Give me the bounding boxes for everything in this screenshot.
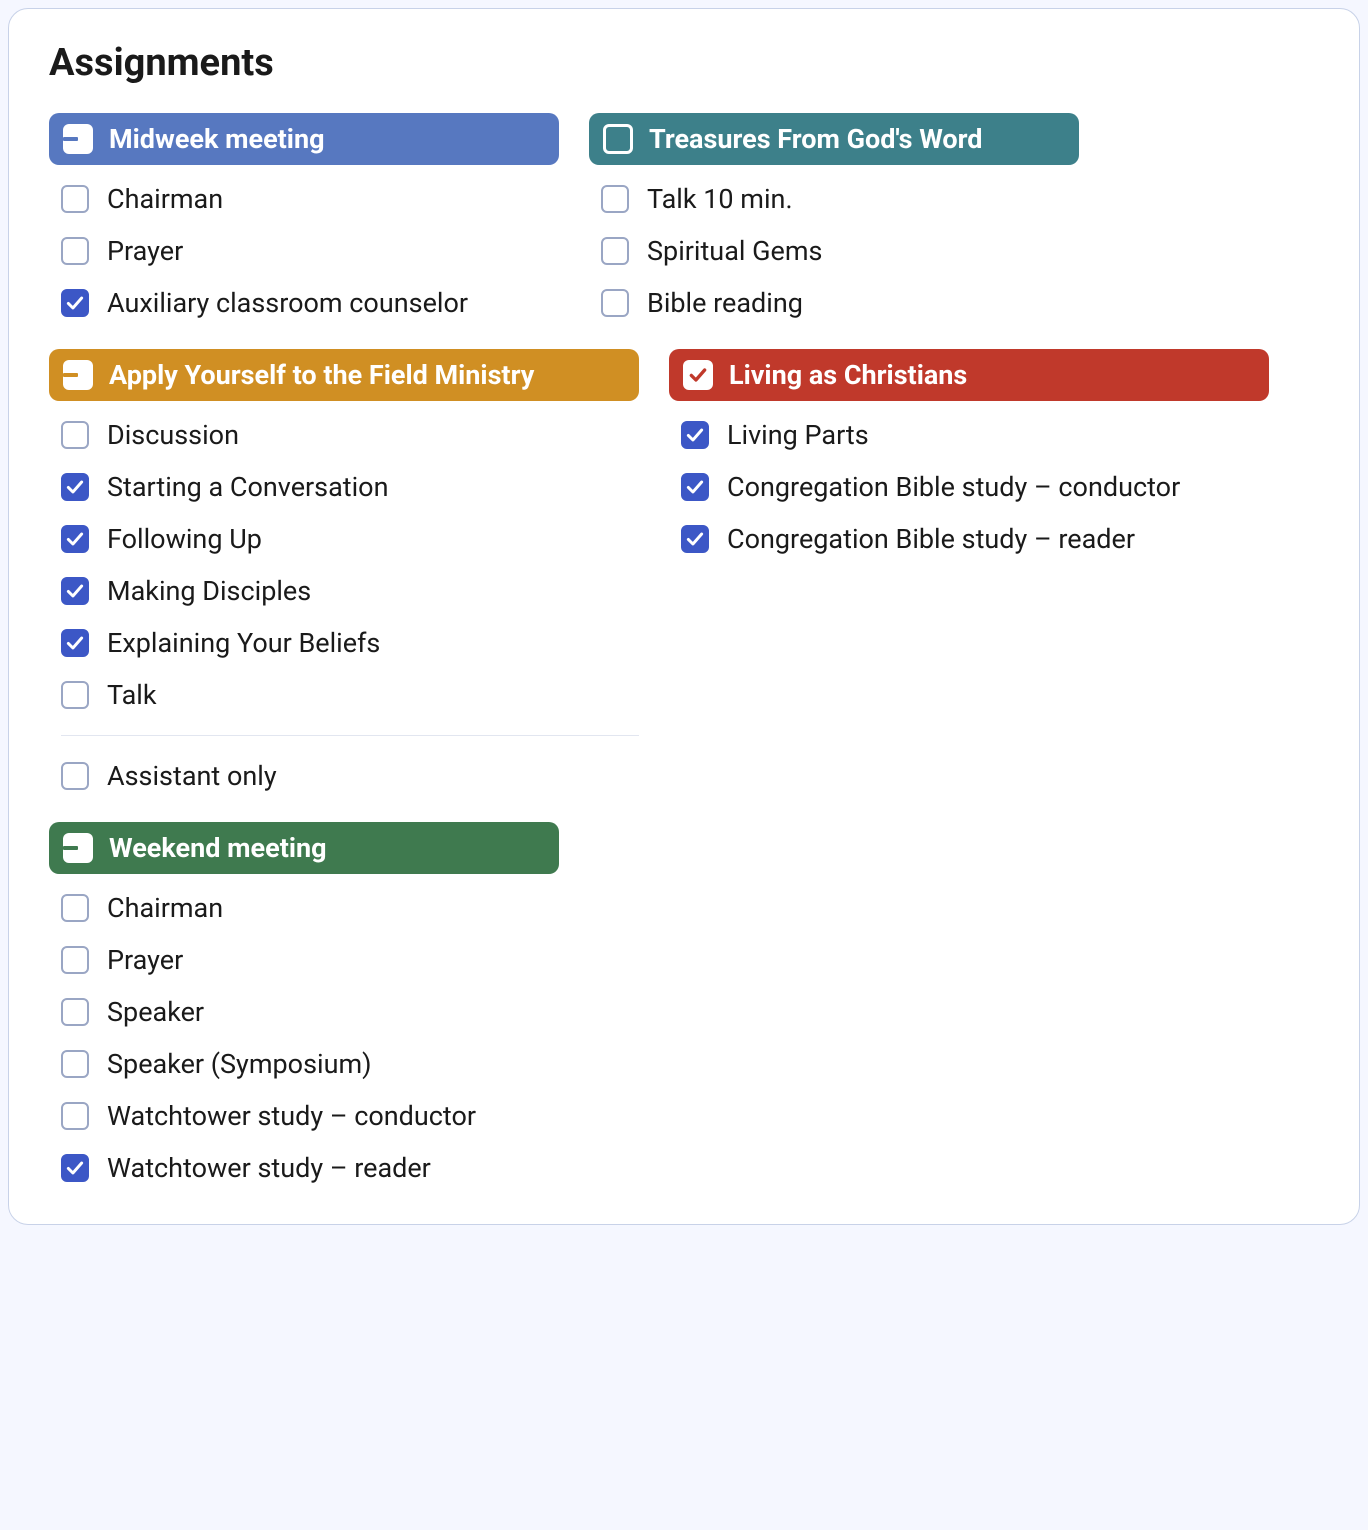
section-weekend: Weekend meeting Chairman Prayer Speaker Spea… <box>49 822 559 1184</box>
checkbox-unchecked-icon[interactable] <box>61 762 89 790</box>
indeterminate-icon[interactable] <box>63 124 93 154</box>
checkbox-checked-icon[interactable] <box>681 421 709 449</box>
checkbox-unchecked-icon[interactable] <box>61 1050 89 1078</box>
list-item[interactable]: Watchtower study – conductor <box>61 1100 559 1132</box>
list-item[interactable]: Living Parts <box>681 419 1269 451</box>
section-living: Living as Christians Living Parts Congrega… <box>669 349 1269 555</box>
list-item[interactable]: Speaker (Symposium) <box>61 1048 559 1080</box>
checkbox-unchecked-icon[interactable] <box>601 185 629 213</box>
checkbox-empty-icon[interactable] <box>603 124 633 154</box>
item-label: Congregation Bible study – reader <box>727 523 1135 555</box>
item-label: Spiritual Gems <box>647 235 822 267</box>
list-item[interactable]: Congregation Bible study – reader <box>681 523 1269 555</box>
item-label: Assistant only <box>107 760 277 792</box>
list-item[interactable]: Congregation Bible study – conductor <box>681 471 1269 503</box>
section-header-midweek[interactable]: Midweek meeting <box>49 113 559 165</box>
list-item[interactable]: Chairman <box>61 892 559 924</box>
item-label: Talk <box>107 679 157 711</box>
item-label: Bible reading <box>647 287 803 319</box>
item-label: Starting a Conversation <box>107 471 389 503</box>
item-label: Speaker <box>107 996 204 1028</box>
list-item[interactable]: Chairman <box>61 183 559 215</box>
checkbox-unchecked-icon[interactable] <box>601 237 629 265</box>
item-label: Making Disciples <box>107 575 311 607</box>
checkbox-checked-icon[interactable] <box>61 577 89 605</box>
sections-grid: Midweek meeting Chairman Prayer Auxiliary c… <box>49 113 1319 1184</box>
section-title: Living as Christians <box>729 359 967 391</box>
list-item[interactable]: Spiritual Gems <box>601 235 1079 267</box>
item-label: Following Up <box>107 523 262 555</box>
section-header-living[interactable]: Living as Christians <box>669 349 1269 401</box>
item-label: Chairman <box>107 892 223 924</box>
item-label: Prayer <box>107 944 183 976</box>
item-label: Prayer <box>107 235 183 267</box>
list-item[interactable]: Prayer <box>61 235 559 267</box>
section-treasures: Treasures From God's Word Talk 10 min. Spi… <box>589 113 1079 319</box>
checkbox-checked-icon[interactable] <box>61 473 89 501</box>
item-label: Auxiliary classroom counselor <box>107 287 468 319</box>
item-label: Discussion <box>107 419 239 451</box>
section-title: Midweek meeting <box>109 123 325 155</box>
list-item[interactable]: Talk <box>61 679 639 711</box>
checkbox-checked-icon[interactable] <box>681 525 709 553</box>
list-item[interactable]: Starting a Conversation <box>61 471 639 503</box>
section-apply: Apply Yourself to the Field Ministry Disc… <box>49 349 639 792</box>
list-item[interactable]: Discussion <box>61 419 639 451</box>
divider <box>61 735 639 736</box>
checkbox-checked-icon[interactable] <box>61 289 89 317</box>
section-items: Discussion Starting a Conversation Followi… <box>49 419 639 792</box>
item-label: Watchtower study – conductor <box>107 1100 476 1132</box>
section-header-treasures[interactable]: Treasures From God's Word <box>589 113 1079 165</box>
list-item[interactable]: Making Disciples <box>61 575 639 607</box>
check-icon[interactable] <box>683 360 713 390</box>
list-item[interactable]: Explaining Your Beliefs <box>61 627 639 659</box>
section-header-apply[interactable]: Apply Yourself to the Field Ministry <box>49 349 639 401</box>
list-item[interactable]: Following Up <box>61 523 639 555</box>
section-title: Weekend meeting <box>109 832 327 864</box>
list-item[interactable]: Auxiliary classroom counselor <box>61 287 559 319</box>
list-item[interactable]: Talk 10 min. <box>601 183 1079 215</box>
checkbox-unchecked-icon[interactable] <box>61 681 89 709</box>
checkbox-unchecked-icon[interactable] <box>601 289 629 317</box>
checkbox-checked-icon[interactable] <box>681 473 709 501</box>
item-label: Speaker (Symposium) <box>107 1048 372 1080</box>
checkbox-unchecked-icon[interactable] <box>61 421 89 449</box>
section-items: Living Parts Congregation Bible study – c… <box>669 419 1269 555</box>
item-label: Watchtower study – reader <box>107 1152 431 1184</box>
checkbox-unchecked-icon[interactable] <box>61 946 89 974</box>
section-midweek: Midweek meeting Chairman Prayer Auxiliary c… <box>49 113 559 319</box>
checkbox-unchecked-icon[interactable] <box>61 998 89 1026</box>
list-item[interactable]: Assistant only <box>61 760 639 792</box>
checkbox-unchecked-icon[interactable] <box>61 185 89 213</box>
list-item[interactable]: Speaker <box>61 996 559 1028</box>
section-header-weekend[interactable]: Weekend meeting <box>49 822 559 874</box>
section-title: Apply Yourself to the Field Ministry <box>109 359 534 391</box>
item-label: Talk 10 min. <box>647 183 793 215</box>
section-title: Treasures From God's Word <box>649 123 983 155</box>
checkbox-unchecked-icon[interactable] <box>61 1102 89 1130</box>
assignments-panel: Assignments Midweek meeting Chairman Praye… <box>8 8 1360 1225</box>
checkbox-unchecked-icon[interactable] <box>61 894 89 922</box>
item-label: Chairman <box>107 183 223 215</box>
section-items: Chairman Prayer Speaker Speaker (Symposium)… <box>49 892 559 1184</box>
checkbox-checked-icon[interactable] <box>61 525 89 553</box>
item-label: Living Parts <box>727 419 869 451</box>
checkbox-checked-icon[interactable] <box>61 629 89 657</box>
item-label: Congregation Bible study – conductor <box>727 471 1180 503</box>
list-item[interactable]: Bible reading <box>601 287 1079 319</box>
section-items: Talk 10 min. Spiritual Gems Bible reading <box>589 183 1079 319</box>
indeterminate-icon[interactable] <box>63 833 93 863</box>
checkbox-checked-icon[interactable] <box>61 1154 89 1182</box>
list-item[interactable]: Watchtower study – reader <box>61 1152 559 1184</box>
section-items: Chairman Prayer Auxiliary classroom counse… <box>49 183 559 319</box>
list-item[interactable]: Prayer <box>61 944 559 976</box>
item-label: Explaining Your Beliefs <box>107 627 380 659</box>
checkbox-unchecked-icon[interactable] <box>61 237 89 265</box>
indeterminate-icon[interactable] <box>63 360 93 390</box>
page-title: Assignments <box>49 41 1319 85</box>
